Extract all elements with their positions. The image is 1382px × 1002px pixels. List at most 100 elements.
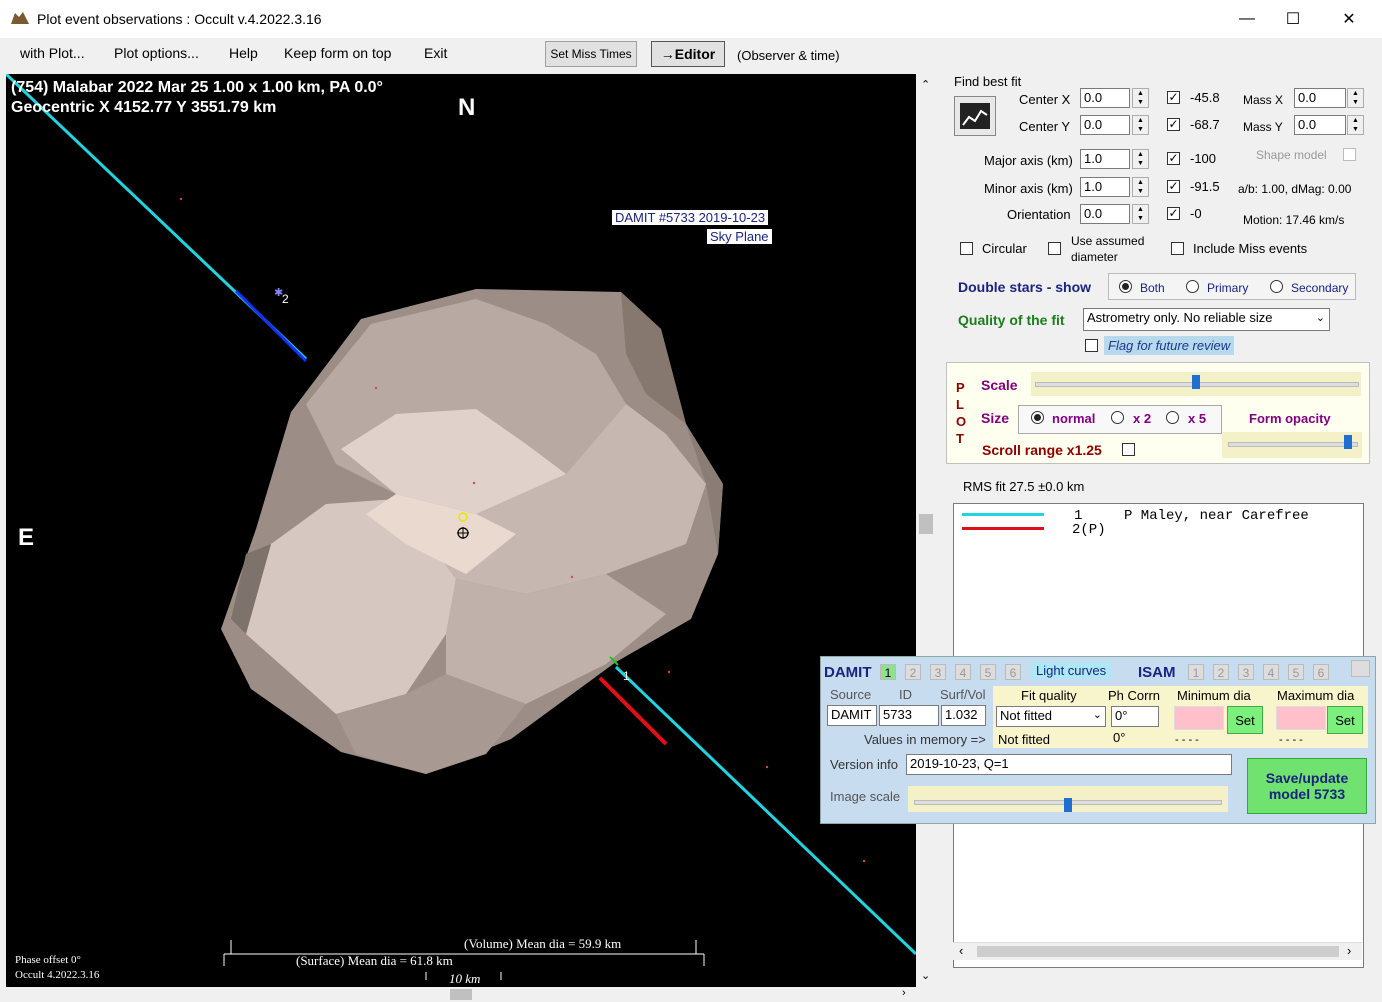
maximize-button[interactable]: ☐ — [1270, 0, 1316, 38]
menu-plot-options[interactable]: Plot options... — [114, 45, 199, 61]
set-miss-times-button[interactable]: Set Miss Times — [545, 41, 637, 67]
save-update-model-button[interactable]: Save/update model 5733 — [1247, 758, 1367, 814]
damit-model-2[interactable]: 2 — [905, 664, 921, 680]
orientation-checkbox[interactable]: ✓ — [1167, 207, 1180, 220]
size-x2-radio[interactable] — [1111, 411, 1124, 424]
center-y-input[interactable]: 0.0 — [1080, 115, 1130, 135]
orientation-spinner[interactable]: ▲ ▼ — [1132, 204, 1149, 224]
isam-model-1[interactable]: 1 — [1188, 664, 1204, 680]
isam-model-5[interactable]: 5 — [1288, 664, 1304, 680]
circular-checkbox[interactable] — [960, 242, 973, 255]
size-x2-label: x 2 — [1133, 411, 1152, 426]
plot-version: Occult 4.2022.3.16 — [15, 969, 100, 981]
orientation-input[interactable]: 0.0 — [1080, 204, 1130, 224]
observer-time-link[interactable]: (Observer & time) — [737, 48, 840, 63]
hscroll-thumb[interactable] — [450, 989, 472, 1000]
flag-review-checkbox[interactable] — [1085, 339, 1098, 352]
mass-x-spinner[interactable]: ▲ ▼ — [1347, 88, 1364, 108]
opacity-slider[interactable] — [1222, 432, 1362, 458]
scale-slider-thumb[interactable] — [1192, 375, 1200, 389]
min-dia-field[interactable] — [1174, 706, 1224, 730]
size-x5-radio[interactable] — [1166, 411, 1179, 424]
both-radio[interactable] — [1119, 280, 1132, 293]
set-max-dia-button[interactable]: Set — [1327, 706, 1363, 734]
minor-axis-spinner[interactable]: ▲ ▼ — [1132, 177, 1149, 197]
isam-model-4[interactable]: 4 — [1263, 664, 1279, 680]
damit-model-5[interactable]: 5 — [980, 664, 996, 680]
damit-panel-toggle[interactable] — [1351, 660, 1370, 677]
plot-vertical-scrollbar[interactable]: ⌃ ⌄ — [916, 74, 938, 987]
list-scroll-left-icon[interactable]: ‹ — [959, 943, 963, 958]
quality-select[interactable]: Astrometry only. No reliable size ⌄ — [1083, 308, 1330, 331]
major-axis-spinner[interactable]: ▲ ▼ — [1132, 149, 1149, 169]
minimize-button[interactable]: — — [1224, 0, 1270, 38]
damit-model-6[interactable]: 6 — [1005, 664, 1021, 680]
surf-vol-label: Surf/Vol — [940, 687, 986, 702]
mass-y-spinner[interactable]: ▲ ▼ — [1347, 115, 1364, 135]
major-axis-checkbox[interactable]: ✓ — [1167, 152, 1180, 165]
primary-radio[interactable] — [1186, 280, 1199, 293]
scroll-range-checkbox[interactable] — [1122, 443, 1135, 456]
north-label: N — [458, 94, 476, 121]
scroll-thumb[interactable] — [919, 514, 933, 534]
menu-with-plot[interactable]: with Plot... — [20, 45, 85, 61]
center-x-input[interactable]: 0.0 — [1080, 88, 1130, 108]
menu-help[interactable]: Help — [229, 45, 258, 61]
minor-axis-input[interactable]: 1.0 — [1080, 177, 1130, 197]
max-dia-field[interactable] — [1276, 706, 1326, 730]
damit-model-1[interactable]: 1 — [880, 664, 896, 680]
light-curves-button[interactable]: Light curves — [1031, 662, 1112, 679]
source-field[interactable]: DAMIT — [827, 705, 877, 726]
list-scroll-thumb[interactable] — [977, 946, 1339, 957]
id-field[interactable]: 5733 — [879, 705, 939, 726]
damit-label: DAMIT #5733 2019-10-23 — [612, 210, 769, 225]
mass-x-input[interactable]: 0.0 — [1294, 88, 1346, 108]
find-best-fit-button[interactable] — [954, 96, 996, 136]
save-line-1: Save/update — [1265, 770, 1349, 786]
list-scroll-right-icon[interactable]: › — [1347, 943, 1351, 958]
center-y-checkbox[interactable]: ✓ — [1167, 118, 1180, 131]
damit-model-4[interactable]: 4 — [955, 664, 971, 680]
set-min-dia-button[interactable]: Set — [1227, 706, 1263, 734]
plot-canvas[interactable]: ✱ (754) Malabar 2022 Mar 25 1.00 x 1.00 … — [6, 74, 916, 987]
scroll-down-icon[interactable]: ⌄ — [921, 969, 930, 982]
fit-quality-select[interactable]: Not fitted ⌄ — [996, 706, 1106, 727]
plot-header-line1: (754) Malabar 2022 Mar 25 1.00 x 1.00 km… — [11, 79, 383, 96]
menu-exit[interactable]: Exit — [424, 45, 447, 61]
ph-corr-field[interactable]: 0° — [1111, 706, 1159, 727]
scroll-up-icon[interactable]: ⌃ — [921, 78, 930, 91]
version-info-field[interactable]: 2019-10-23, Q=1 — [906, 754, 1232, 775]
memory-min-dia: - - - - — [1175, 734, 1199, 746]
image-scale-slider[interactable] — [908, 786, 1228, 812]
isam-model-2[interactable]: 2 — [1213, 664, 1229, 680]
use-assumed-checkbox[interactable] — [1048, 242, 1061, 255]
center-x-checkbox[interactable]: ✓ — [1167, 91, 1180, 104]
size-normal-radio[interactable] — [1031, 411, 1044, 424]
center-x-spinner[interactable]: ▲ ▼ — [1132, 88, 1149, 108]
damit-title: DAMIT — [824, 664, 872, 681]
include-miss-checkbox[interactable] — [1171, 242, 1184, 255]
damit-model-3[interactable]: 3 — [930, 664, 946, 680]
shape-model-checkbox[interactable] — [1343, 148, 1356, 161]
memory-fit-quality: Not fitted — [998, 732, 1051, 747]
ab-dmag-text: a/b: 1.00, dMag: 0.00 — [1238, 182, 1352, 196]
close-button[interactable]: ✕ — [1326, 0, 1372, 38]
plot-horizontal-scrollbar[interactable]: › — [0, 987, 916, 1002]
mass-y-input[interactable]: 0.0 — [1294, 115, 1346, 135]
list-hscrollbar[interactable]: ‹ › — [953, 942, 1362, 960]
major-axis-input[interactable]: 1.0 — [1080, 149, 1130, 169]
source-label: Source — [830, 687, 872, 702]
scroll-right-icon[interactable]: › — [902, 987, 906, 999]
opacity-slider-thumb[interactable] — [1343, 435, 1352, 449]
isam-model-3[interactable]: 3 — [1238, 664, 1254, 680]
menu-keep-on-top[interactable]: Keep form on top — [284, 45, 391, 61]
image-scale-thumb[interactable] — [1064, 798, 1072, 812]
center-y-spinner[interactable]: ▲ ▼ — [1132, 115, 1149, 135]
chord-2-number: 2 — [282, 292, 289, 306]
editor-button[interactable]: →Editor — [651, 41, 725, 67]
minor-axis-checkbox[interactable]: ✓ — [1167, 180, 1180, 193]
isam-model-6[interactable]: 6 — [1313, 664, 1329, 680]
secondary-radio[interactable] — [1270, 280, 1283, 293]
scale-slider[interactable] — [1031, 372, 1361, 396]
surf-vol-field[interactable]: 1.032 — [941, 705, 986, 726]
